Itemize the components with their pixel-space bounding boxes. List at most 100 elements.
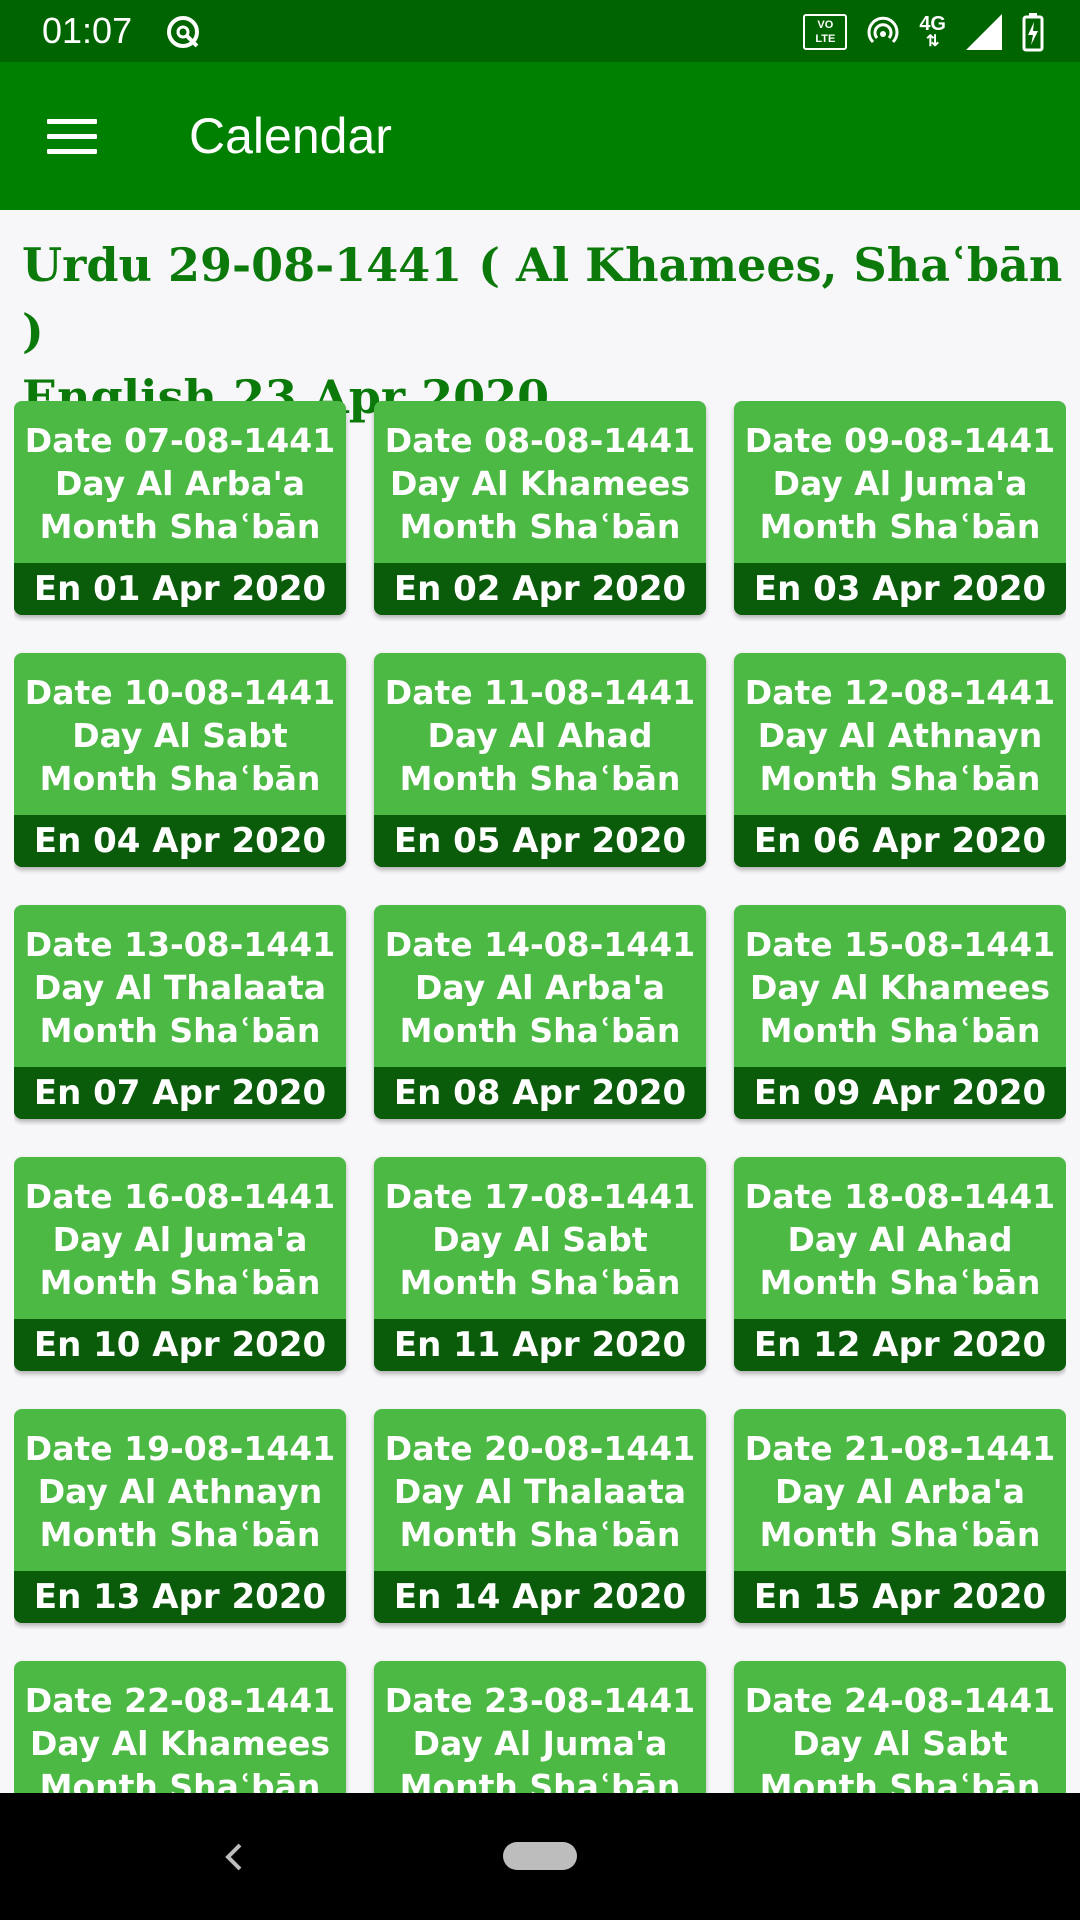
- calendar-day-card[interactable]: Date 21-08-1441 Day Al Arba'a Month Shaʿ…: [734, 1409, 1066, 1623]
- calendar-day-card[interactable]: Date 15-08-1441 Day Al Khamees Month Sha…: [734, 905, 1066, 1119]
- status-icons: VO LTE 4G ⇅: [803, 10, 1044, 54]
- card-details: Date 11-08-1441 Day Al Ahad Month Shaʿbā…: [374, 653, 706, 815]
- card-english-date: En 10 Apr 2020: [14, 1319, 346, 1371]
- card-month-name: Month Shaʿbān: [759, 1514, 1041, 1554]
- card-english-date: En 09 Apr 2020: [734, 1067, 1066, 1119]
- card-english-date: En 02 Apr 2020: [374, 563, 706, 615]
- 4g-icon: 4G ⇅: [919, 13, 946, 50]
- card-month-name: Month Shaʿbān: [39, 506, 321, 546]
- card-day-name: Day Al Juma'a: [772, 463, 1028, 503]
- sync-icon: [167, 16, 199, 48]
- calendar-day-card[interactable]: Date 22-08-1441 Day Al Khamees Month Sha…: [14, 1661, 346, 1793]
- card-hijri-date: Date 09-08-1441: [744, 420, 1056, 460]
- card-details: Date 12-08-1441 Day Al Athnayn Month Sha…: [734, 653, 1066, 815]
- card-month-name: Month Shaʿbān: [39, 1262, 321, 1302]
- card-hijri-date: Date 20-08-1441: [384, 1428, 696, 1468]
- card-hijri-date: Date 14-08-1441: [384, 924, 696, 964]
- volte-line2: LTE: [815, 33, 836, 45]
- calendar-day-card[interactable]: Date 20-08-1441 Day Al Thalaata Month Sh…: [374, 1409, 706, 1623]
- calendar-day-card[interactable]: Date 18-08-1441 Day Al Ahad Month Shaʿbā…: [734, 1157, 1066, 1371]
- urdu-date-line: Urdu 29-08-1441 ( Al Khamees, Shaʿbān ): [22, 238, 1063, 358]
- card-hijri-date: Date 16-08-1441: [24, 1176, 336, 1216]
- card-day-name: Day Al Arba'a: [54, 463, 306, 503]
- card-day-name: Day Al Khamees: [389, 463, 691, 503]
- calendar-grid: Date 07-08-1441 Day Al Arba'a Month Shaʿ…: [14, 401, 1066, 1793]
- card-english-date: En 13 Apr 2020: [14, 1571, 346, 1623]
- battery-charging-icon: [1022, 13, 1044, 52]
- card-month-name: Month Shaʿbān: [39, 1514, 321, 1554]
- home-pill-icon[interactable]: [503, 1842, 577, 1870]
- card-details: Date 23-08-1441 Day Al Juma'a Month Shaʿ…: [374, 1661, 706, 1794]
- card-day-name: Day Al Athnayn: [37, 1471, 323, 1511]
- hotspot-icon: [867, 16, 899, 44]
- card-month-name: Month Shaʿbān: [39, 1766, 321, 1794]
- card-hijri-date: Date 12-08-1441: [744, 672, 1056, 712]
- calendar-day-card[interactable]: Date 16-08-1441 Day Al Juma'a Month Shaʿ…: [14, 1157, 346, 1371]
- card-details: Date 17-08-1441 Day Al Sabt Month Shaʿbā…: [374, 1157, 706, 1319]
- card-hijri-date: Date 13-08-1441: [24, 924, 336, 964]
- card-details: Date 13-08-1441 Day Al Thalaata Month Sh…: [14, 905, 346, 1067]
- card-hijri-date: Date 21-08-1441: [744, 1428, 1056, 1468]
- card-day-name: Day Al Juma'a: [412, 1723, 668, 1763]
- calendar-day-card[interactable]: Date 11-08-1441 Day Al Ahad Month Shaʿbā…: [374, 653, 706, 867]
- card-hijri-date: Date 24-08-1441: [744, 1680, 1056, 1720]
- card-english-date: En 03 Apr 2020: [734, 563, 1066, 615]
- calendar-day-card[interactable]: Date 14-08-1441 Day Al Arba'a Month Shaʿ…: [374, 905, 706, 1119]
- card-english-date: En 06 Apr 2020: [734, 815, 1066, 867]
- app-title: Calendar: [189, 108, 392, 164]
- card-details: Date 22-08-1441 Day Al Khamees Month Sha…: [14, 1661, 346, 1794]
- card-details: Date 10-08-1441 Day Al Sabt Month Shaʿbā…: [14, 653, 346, 815]
- card-hijri-date: Date 07-08-1441: [24, 420, 336, 460]
- calendar-day-card[interactable]: Date 23-08-1441 Day Al Juma'a Month Shaʿ…: [374, 1661, 706, 1793]
- card-month-name: Month Shaʿbān: [399, 1010, 681, 1050]
- calendar-day-card[interactable]: Date 10-08-1441 Day Al Sabt Month Shaʿbā…: [14, 653, 346, 867]
- card-english-date: En 01 Apr 2020: [14, 563, 346, 615]
- card-english-date: En 08 Apr 2020: [374, 1067, 706, 1119]
- calendar-day-card[interactable]: Date 09-08-1441 Day Al Juma'a Month Shaʿ…: [734, 401, 1066, 615]
- card-details: Date 20-08-1441 Day Al Thalaata Month Sh…: [374, 1409, 706, 1571]
- card-month-name: Month Shaʿbān: [399, 1766, 681, 1794]
- card-day-name: Day Al Thalaata: [393, 1471, 687, 1511]
- calendar-day-card[interactable]: Date 12-08-1441 Day Al Athnayn Month Sha…: [734, 653, 1066, 867]
- card-hijri-date: Date 18-08-1441: [744, 1176, 1056, 1216]
- card-english-date: En 15 Apr 2020: [734, 1571, 1066, 1623]
- card-hijri-date: Date 08-08-1441: [384, 420, 696, 460]
- card-month-name: Month Shaʿbān: [399, 506, 681, 546]
- status-bar: 01:07 VO LTE 4G ⇅: [0, 0, 1080, 62]
- card-hijri-date: Date 23-08-1441: [384, 1680, 696, 1720]
- card-day-name: Day Al Sabt: [432, 1219, 648, 1259]
- calendar-day-card[interactable]: Date 07-08-1441 Day Al Arba'a Month Shaʿ…: [14, 401, 346, 615]
- card-details: Date 18-08-1441 Day Al Ahad Month Shaʿbā…: [734, 1157, 1066, 1319]
- card-day-name: Day Al Ahad: [787, 1219, 1013, 1259]
- volte-line1: VO: [817, 19, 834, 31]
- card-english-date: En 14 Apr 2020: [374, 1571, 706, 1623]
- card-details: Date 19-08-1441 Day Al Athnayn Month Sha…: [14, 1409, 346, 1571]
- card-day-name: Day Al Sabt: [792, 1723, 1008, 1763]
- card-english-date: En 11 Apr 2020: [374, 1319, 706, 1371]
- network-type: 4G: [919, 13, 946, 35]
- card-month-name: Month Shaʿbān: [759, 1766, 1041, 1794]
- calendar-day-card[interactable]: Date 24-08-1441 Day Al Sabt Month Shaʿbā…: [734, 1661, 1066, 1793]
- card-details: Date 24-08-1441 Day Al Sabt Month Shaʿbā…: [734, 1661, 1066, 1794]
- card-day-name: Day Al Khamees: [29, 1723, 331, 1763]
- card-month-name: Month Shaʿbān: [759, 1262, 1041, 1302]
- hamburger-menu-icon[interactable]: [34, 102, 110, 170]
- card-hijri-date: Date 15-08-1441: [744, 924, 1056, 964]
- calendar-day-card[interactable]: Date 19-08-1441 Day Al Athnayn Month Sha…: [14, 1409, 346, 1623]
- card-day-name: Day Al Khamees: [749, 967, 1051, 1007]
- calendar-day-card[interactable]: Date 13-08-1441 Day Al Thalaata Month Sh…: [14, 905, 346, 1119]
- card-day-name: Day Al Thalaata: [33, 967, 327, 1007]
- calendar-day-card[interactable]: Date 17-08-1441 Day Al Sabt Month Shaʿbā…: [374, 1157, 706, 1371]
- card-english-date: En 04 Apr 2020: [14, 815, 346, 867]
- status-time: 01:07: [42, 10, 133, 51]
- back-icon[interactable]: [216, 1839, 252, 1875]
- card-month-name: Month Shaʿbān: [399, 1514, 681, 1554]
- card-day-name: Day Al Juma'a: [52, 1219, 308, 1259]
- card-hijri-date: Date 19-08-1441: [24, 1428, 336, 1468]
- card-month-name: Month Shaʿbān: [399, 758, 681, 798]
- calendar-day-card[interactable]: Date 08-08-1441 Day Al Khamees Month Sha…: [374, 401, 706, 615]
- card-month-name: Month Shaʿbān: [759, 1010, 1041, 1050]
- card-details: Date 15-08-1441 Day Al Khamees Month Sha…: [734, 905, 1066, 1067]
- card-details: Date 14-08-1441 Day Al Arba'a Month Shaʿ…: [374, 905, 706, 1067]
- card-details: Date 08-08-1441 Day Al Khamees Month Sha…: [374, 401, 706, 563]
